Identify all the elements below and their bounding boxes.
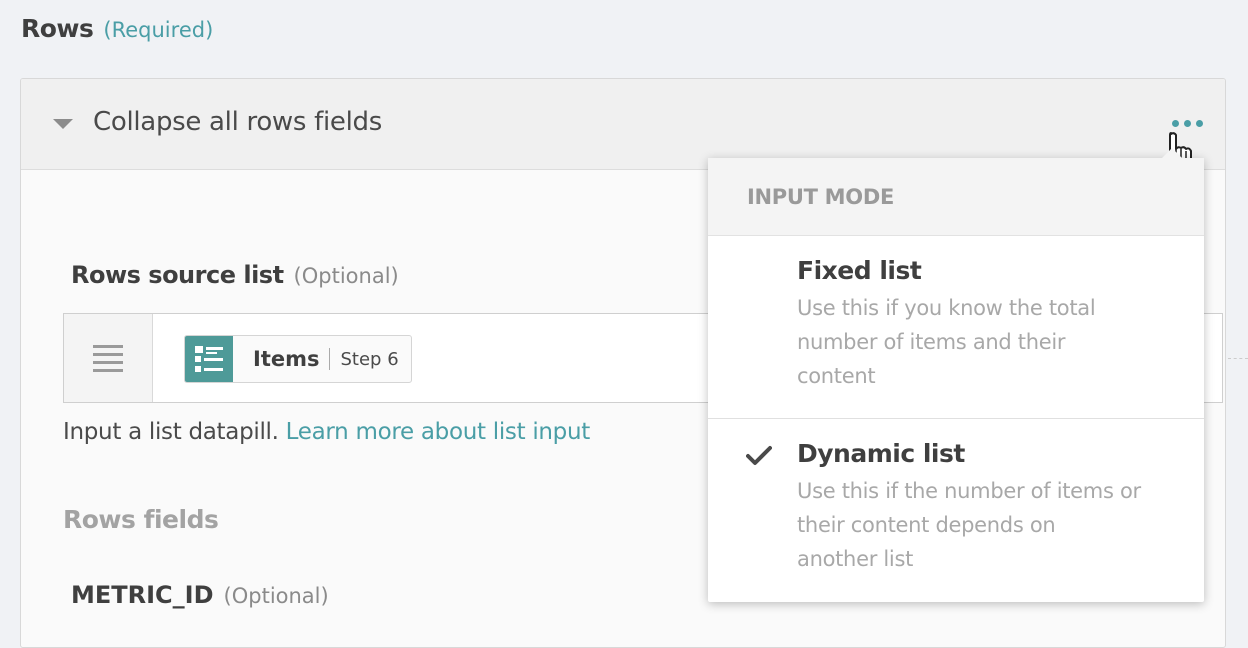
learn-more-link[interactable]: Learn more about list input xyxy=(286,419,591,445)
datapill-separator xyxy=(329,348,331,370)
desc-line: content xyxy=(797,364,876,388)
option-fixed-list[interactable]: Fixed list Use this if you know the tota… xyxy=(708,236,1204,419)
collapse-all-rows-button[interactable]: Collapse all rows fields xyxy=(93,107,382,137)
rows-source-list-label: Rows source list (Optional) xyxy=(71,261,399,289)
input-mode-dropdown: INPUT MODE Fixed list Use this if you kn… xyxy=(708,148,1204,602)
optional-tag: (Optional) xyxy=(293,264,399,288)
items-datapill[interactable]: Items Step 6 xyxy=(184,335,412,383)
ellipsis-icon xyxy=(1171,119,1179,127)
option-description: Use this if you know the total number of… xyxy=(797,291,1164,393)
required-label: (Required) xyxy=(103,18,214,42)
option-title: Dynamic list xyxy=(797,439,965,468)
desc-line: another list xyxy=(797,547,914,571)
panel-header[interactable]: Collapse all rows fields xyxy=(21,79,1225,176)
rows-fields-label: Rows fields xyxy=(63,505,219,534)
field-name: Rows source list xyxy=(71,261,284,289)
datapill-name: Items xyxy=(253,347,320,371)
section-title: Rows (Required) xyxy=(21,14,213,43)
desc-line: their content depends on xyxy=(797,513,1056,537)
divider xyxy=(1228,358,1248,359)
list-lines-icon[interactable] xyxy=(64,314,153,402)
help-text-static: Input a list datapill. xyxy=(63,419,279,445)
option-description: Use this if the number of items or their… xyxy=(797,474,1164,576)
section-title-text: Rows xyxy=(21,14,94,43)
field-name: METRIC_ID xyxy=(71,581,214,609)
option-title: Fixed list xyxy=(797,256,922,285)
help-text: Input a list datapill. Learn more about … xyxy=(63,419,590,445)
option-dynamic-list[interactable]: Dynamic list Use this if the number of i… xyxy=(708,419,1204,602)
optional-tag: (Optional) xyxy=(223,584,329,608)
dropdown-header: INPUT MODE xyxy=(708,158,1204,236)
datapill-step: Step 6 xyxy=(340,348,399,370)
ellipsis-icon xyxy=(1183,119,1191,127)
desc-line: Use this if you know the total xyxy=(797,296,1096,320)
dropdown-caret xyxy=(1162,148,1182,158)
desc-line: number of items and their xyxy=(797,330,1066,354)
desc-line: Use this if the number of items or xyxy=(797,479,1141,503)
list-icon xyxy=(185,336,233,382)
caret-down-icon[interactable] xyxy=(53,119,73,129)
ellipsis-icon xyxy=(1195,119,1203,127)
more-options-button[interactable] xyxy=(1167,113,1207,133)
metric-id-label: METRIC_ID (Optional) xyxy=(71,581,329,609)
checkmark-icon xyxy=(746,446,772,465)
